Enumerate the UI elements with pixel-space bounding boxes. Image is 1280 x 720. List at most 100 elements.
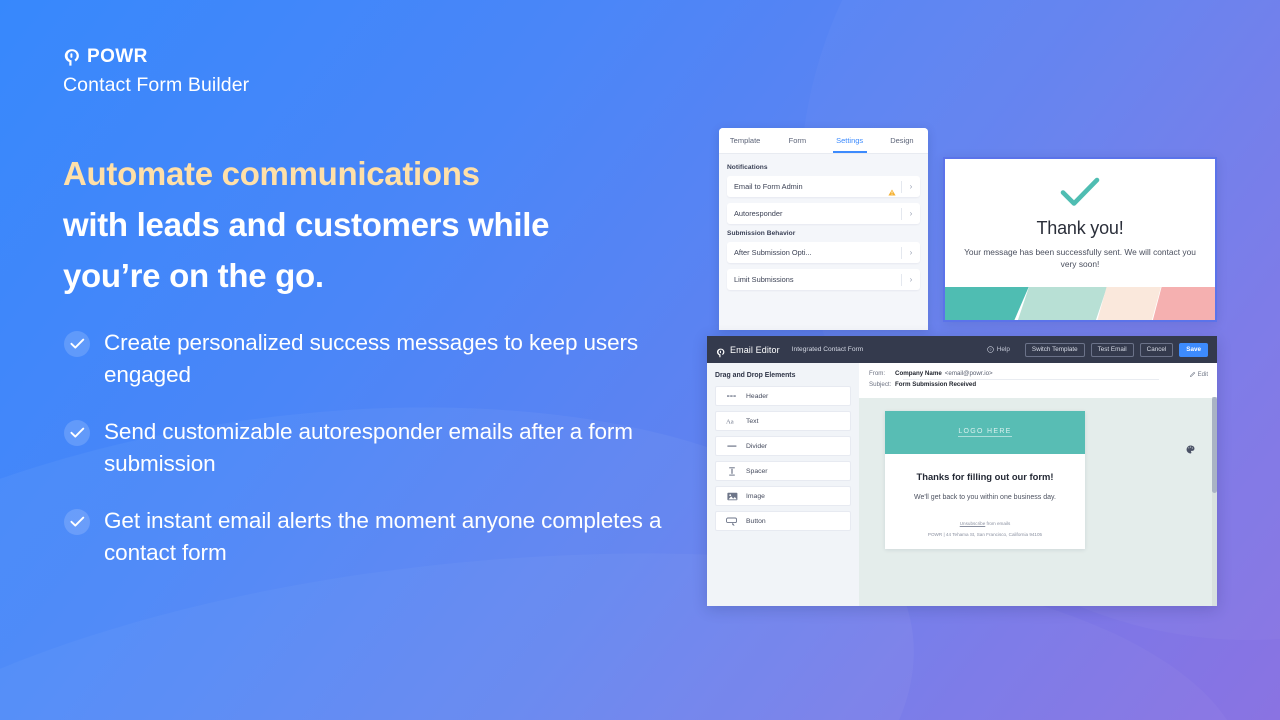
scrollbar-thumb[interactable]: [1212, 397, 1217, 493]
save-button[interactable]: Save: [1179, 342, 1208, 357]
chevron-right-icon[interactable]: ›: [902, 182, 920, 191]
color-band-strip: [945, 287, 1215, 320]
from-value[interactable]: Company Name: [895, 370, 942, 377]
divider-icon: [724, 443, 740, 449]
settings-row-label: Autoresponder: [734, 209, 783, 218]
list-item-label: Create personalized success messages to …: [104, 330, 639, 387]
editor-toolbar: Email Editor Integrated Contact Form ? H…: [707, 336, 1217, 363]
tab-form[interactable]: Form: [771, 128, 823, 153]
logo-placeholder-label: LOGO HERE: [958, 428, 1012, 437]
brand-block: POWR Contact Form Builder: [63, 46, 249, 97]
tab-settings[interactable]: Settings: [824, 128, 876, 153]
element-divider[interactable]: Divider: [715, 436, 851, 456]
section-label-submission-behavior: Submission Behavior: [727, 230, 796, 237]
pencil-icon: [1189, 371, 1196, 379]
tab-design[interactable]: Design: [876, 128, 928, 153]
thank-you-content: Thank you! Your message has been success…: [945, 159, 1215, 287]
element-label: Divider: [746, 442, 768, 450]
tab-settings-label: Settings: [836, 136, 864, 145]
unsubscribe-link[interactable]: Unsubscribe: [960, 521, 986, 526]
settings-row-label: Email to Form Admin: [734, 182, 803, 191]
thank-you-message: Your message has been successfully sent.…: [964, 246, 1196, 269]
color-band-pink: [1152, 287, 1215, 320]
cancel-button[interactable]: Cancel: [1139, 342, 1174, 357]
color-band-cream: [1097, 287, 1161, 320]
tab-design-label: Design: [890, 136, 914, 145]
element-image[interactable]: Image: [715, 486, 851, 506]
editor-subtitle: Integrated Contact Form: [791, 346, 864, 353]
element-label: Text: [746, 417, 759, 425]
settings-row-autoresponder[interactable]: Autoresponder ›: [727, 203, 920, 224]
settings-row-email-to-form-admin[interactable]: Email to Form Admin ›: [727, 176, 920, 197]
element-spacer[interactable]: Spacer: [715, 461, 851, 481]
sidebar-title: Drag and Drop Elements: [715, 372, 796, 379]
from-email: <email@powr.io>: [944, 370, 993, 377]
thank-you-card-screenshot: Thank you! Your message has been success…: [943, 157, 1217, 322]
from-label: From:: [869, 370, 886, 377]
check-icon: [64, 420, 90, 446]
settings-row-limit-submissions[interactable]: Limit Submissions ›: [727, 269, 920, 290]
checkmark-icon: [1060, 177, 1100, 212]
header-icon: [724, 393, 740, 399]
element-label: Spacer: [746, 467, 768, 475]
help-label: Help: [996, 346, 1010, 353]
powr-logo-icon: [716, 345, 725, 357]
tab-form-label: Form: [788, 136, 807, 145]
logo-placeholder-band[interactable]: LOGO HERE: [885, 411, 1085, 454]
svg-text:?: ?: [990, 347, 993, 352]
element-header[interactable]: Header: [715, 386, 851, 406]
chevron-right-icon[interactable]: ›: [902, 248, 920, 257]
test-email-button[interactable]: Test Email: [1090, 342, 1134, 357]
element-text[interactable]: Aa Text: [715, 411, 851, 431]
email-meta: From: Company Name <email@powr.io> Subje…: [859, 363, 1217, 398]
editor-main: Drag and Drop Elements Header Aa Text Di…: [707, 363, 1217, 606]
meta-underline: [903, 379, 1159, 380]
canvas-scrollbar[interactable]: [1212, 397, 1217, 606]
email-heading[interactable]: Thanks for filling out our form!: [897, 471, 1073, 482]
thank-you-title: Thank you!: [1036, 217, 1124, 238]
drag-and-drop-sidebar: Drag and Drop Elements Header Aa Text Di…: [707, 363, 859, 606]
brand-row: POWR: [63, 46, 249, 68]
spacer-icon: [724, 466, 740, 476]
warning-triangle-icon: [888, 183, 896, 196]
settings-row-label: After Submission Opti...: [734, 248, 812, 257]
tab-template[interactable]: Template: [719, 128, 771, 153]
headline-line-2: with leads and customers while: [63, 206, 550, 243]
switch-template-button[interactable]: Switch Template: [1024, 342, 1085, 357]
image-icon: [724, 492, 740, 501]
settings-row-after-submission-options[interactable]: After Submission Opti... ›: [727, 242, 920, 263]
color-band-mint: [1017, 287, 1107, 320]
settings-tab-bar: Template Form Settings Design: [719, 128, 928, 154]
list-item-label: Get instant email alerts the moment anyo…: [104, 508, 662, 565]
headline-line-3: you’re on the go.: [63, 257, 324, 294]
settings-body: Notifications Email to Form Admin › Auto…: [719, 154, 928, 290]
element-label: Header: [746, 392, 769, 400]
list-item: Create personalized success messages to …: [64, 327, 684, 391]
headline-line-1: Automate communications: [63, 155, 480, 192]
help-button[interactable]: ? Help: [987, 346, 1010, 353]
svg-text:Aa: Aa: [726, 418, 734, 425]
chevron-right-icon[interactable]: ›: [902, 275, 920, 284]
subject-value[interactable]: Form Submission Received: [895, 381, 976, 388]
chevron-right-icon[interactable]: ›: [902, 209, 920, 218]
check-icon: [64, 331, 90, 357]
from-row: From: Company Name <email@powr.io>: [869, 370, 1207, 377]
palette-icon[interactable]: [1186, 441, 1195, 454]
email-body-text[interactable]: We'll get back to you within one busines…: [899, 494, 1071, 501]
edit-button[interactable]: Edit: [1189, 371, 1208, 379]
email-preview-paper: LOGO HERE Thanks for filling out our for…: [885, 411, 1085, 549]
editor-title: Email Editor: [730, 344, 780, 355]
slide-canvas: POWR Contact Form Builder Automate commu…: [0, 0, 1280, 720]
email-footer-address: POWR | 44 Tehama St, San Francisco, Cali…: [927, 532, 1043, 537]
element-button[interactable]: Button: [715, 511, 851, 531]
edit-label: Edit: [1197, 372, 1208, 378]
settings-row-label: Limit Submissions: [734, 275, 794, 284]
check-icon: [64, 509, 90, 535]
brand-name: POWR: [87, 46, 148, 67]
element-label: Button: [746, 517, 766, 525]
list-item-label: Send customizable autoresponder emails a…: [104, 419, 633, 476]
feature-list: Create personalized success messages to …: [64, 327, 684, 569]
question-circle-icon: ?: [987, 346, 994, 353]
subject-label: Subject:: [869, 381, 892, 388]
list-item: Get instant email alerts the moment anyo…: [64, 505, 684, 569]
